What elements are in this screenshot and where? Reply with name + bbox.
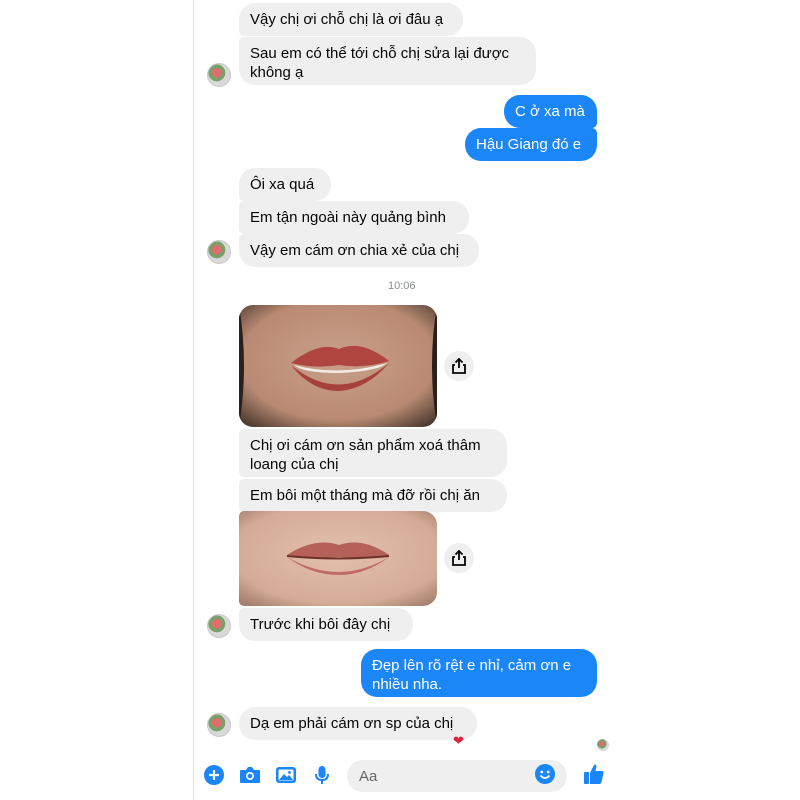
message-outgoing[interactable]: Đẹp lên rõ rệt e nhỉ, cảm ơn e nhiều nha… <box>361 649 597 697</box>
message-incoming[interactable]: Em bôi một tháng mà đỡ rồi chị ăn <box>239 479 507 512</box>
plus-icon[interactable] <box>203 764 225 786</box>
gallery-icon[interactable] <box>275 764 297 786</box>
message-incoming[interactable]: Trước khi bôi đây chị <box>239 608 413 641</box>
camera-icon[interactable] <box>239 764 261 786</box>
contact-avatar[interactable] <box>207 63 231 87</box>
emoji-icon[interactable] <box>535 764 555 788</box>
message-incoming[interactable]: Sau em có thể tới chỗ chị sửa lại được k… <box>239 37 536 85</box>
read-receipt-avatar <box>597 739 609 751</box>
timestamp: 10:06 <box>388 280 416 292</box>
message-outgoing[interactable]: Hậu Giang đó e <box>465 128 597 161</box>
contact-avatar[interactable] <box>207 713 231 737</box>
contact-avatar[interactable] <box>207 614 231 638</box>
message-composer: Aa <box>193 756 613 796</box>
message-outgoing[interactable]: C ở xa mà <box>504 95 597 128</box>
share-icon <box>452 358 466 374</box>
thumbs-up-icon[interactable] <box>582 762 606 786</box>
contact-avatar[interactable] <box>207 240 231 264</box>
share-icon <box>452 550 466 566</box>
photo-attachment[interactable] <box>239 511 437 606</box>
microphone-icon[interactable] <box>311 764 333 786</box>
message-incoming[interactable]: Ôi xa quá <box>239 168 331 201</box>
message-incoming[interactable]: Em tận ngoài này quảng bình <box>239 201 469 234</box>
photo-attachment[interactable] <box>239 305 437 427</box>
message-input-placeholder: Aa <box>359 767 378 785</box>
message-input[interactable]: Aa <box>347 760 567 792</box>
message-incoming[interactable]: Vậy chị ơi chỗ chị là ơi đâu ạ <box>239 3 463 36</box>
chat-thread: Vậy chị ơi chỗ chị là ơi đâu ạ Sau em có… <box>193 0 614 800</box>
message-incoming[interactable]: Dạ em phải cám ơn sp của chị <box>239 707 477 740</box>
share-button[interactable] <box>444 543 474 573</box>
share-button[interactable] <box>444 351 474 381</box>
message-incoming[interactable]: Chị ơi cám ơn sản phẩm xoá thâm loang củ… <box>239 429 507 477</box>
heart-reaction[interactable]: ❤ <box>453 733 464 749</box>
message-incoming[interactable]: Vậy em cám ơn chia xẻ của chị <box>239 234 479 267</box>
